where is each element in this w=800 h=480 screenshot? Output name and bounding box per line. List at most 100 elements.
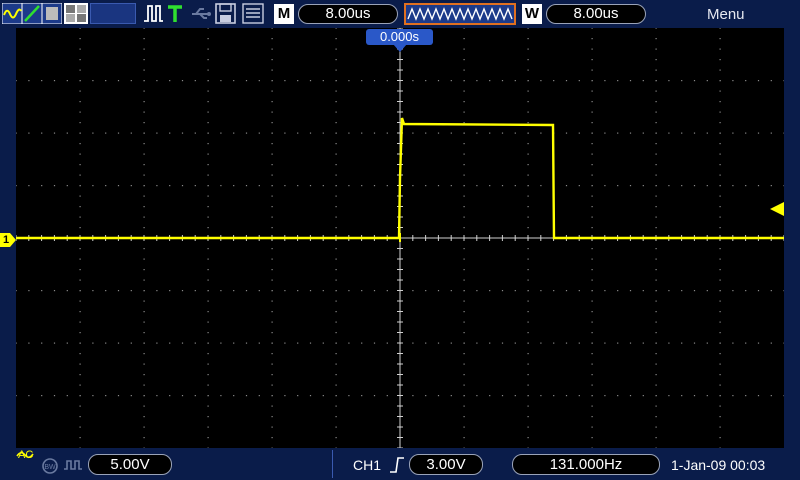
grid-dot (655, 437, 657, 439)
grid-dot (207, 206, 209, 208)
grid-dot (719, 101, 721, 103)
grid-dot (642, 342, 644, 344)
window-timebase-value[interactable]: 8.00us (546, 4, 646, 24)
grid-dot (79, 374, 81, 376)
grid-dot (271, 290, 273, 292)
grid-dot (706, 132, 708, 134)
grid-dot (66, 395, 68, 397)
grid-dot (271, 353, 273, 355)
grid-dot (271, 143, 273, 145)
trigger-level-value[interactable]: 3.00V (409, 454, 483, 475)
bandwidth-limit-icon[interactable]: BW (40, 457, 60, 475)
waveform-display[interactable] (15, 27, 785, 449)
grid-dot (66, 132, 68, 134)
grid-dot (117, 395, 120, 397)
menu-grid-icon[interactable] (242, 3, 264, 24)
average-mode-icon[interactable] (42, 3, 62, 24)
trigger-edge-icon[interactable] (142, 3, 164, 24)
grid-dot (757, 80, 760, 82)
grid-dot (540, 290, 542, 292)
grid-dot (463, 216, 465, 218)
grid-dot (335, 69, 337, 71)
grid-dot (642, 395, 644, 397)
grid-dot (220, 185, 222, 187)
grid-dot (770, 132, 772, 134)
grid-dot (271, 69, 273, 71)
grid-dot (501, 185, 504, 187)
grid-dot (719, 300, 721, 302)
invert-icon[interactable] (63, 457, 83, 473)
peak-detect-icon[interactable] (22, 3, 42, 24)
grid-dot (233, 290, 235, 292)
memory-position-indicator[interactable] (404, 3, 516, 25)
grid-dot (437, 395, 440, 397)
grid-dot (79, 164, 81, 166)
grid-dot (655, 69, 657, 71)
grid-dot (770, 185, 772, 187)
grid-dot (207, 395, 209, 397)
grid-dot (463, 332, 465, 334)
grid-dot (92, 185, 94, 187)
grid-dot (207, 269, 209, 271)
grid-dot (271, 279, 273, 281)
grid-dot (655, 48, 657, 50)
grid-dot (271, 48, 273, 50)
grid-dot (591, 342, 593, 344)
main-timebase-value[interactable]: 8.00us (298, 4, 398, 24)
grid-dot (412, 132, 414, 134)
grid-dot (143, 164, 145, 166)
grid-dot (655, 27, 657, 29)
grid-dot (719, 374, 721, 376)
grid-dot (271, 185, 273, 187)
grid-dot (271, 258, 273, 260)
mosaic-icon[interactable] (64, 3, 88, 24)
ch1-volts-div[interactable]: 5.00V (88, 454, 172, 475)
window-timebase-label: W (522, 4, 542, 24)
grid-dot (79, 27, 81, 29)
grid-dot (15, 80, 17, 82)
grid-dot (207, 38, 209, 40)
trigger-level-marker-icon[interactable] (770, 202, 784, 216)
grid-dot (271, 122, 273, 124)
trigger-status-icon (168, 5, 182, 22)
grid-dot (655, 153, 657, 155)
save-icon[interactable] (215, 3, 236, 24)
grid-dot (770, 342, 772, 344)
grid-dot (629, 80, 632, 82)
trigger-source[interactable]: CH1 (353, 457, 381, 473)
grid-dot (207, 353, 209, 355)
rising-edge-icon[interactable] (389, 456, 405, 474)
grid-dot (335, 38, 337, 40)
grid-dot (105, 342, 107, 344)
grid-dot (156, 185, 158, 187)
grid-dot (578, 185, 580, 187)
grid-dot (476, 185, 478, 187)
grid-dot (591, 269, 593, 271)
grid-dot (463, 143, 465, 145)
grid-dot (463, 279, 465, 281)
grid-dot (463, 27, 465, 29)
grid-dot (553, 80, 555, 82)
grid-dot (425, 80, 427, 82)
grid-dot (591, 426, 593, 428)
grid-dot (450, 290, 452, 292)
grid-dot (79, 384, 81, 386)
grid-dot (463, 59, 465, 61)
grid-dot (207, 311, 209, 313)
grid-dot (143, 185, 145, 187)
grid-dot (207, 321, 209, 323)
grid-dot (156, 132, 158, 134)
normal-waveform-icon[interactable] (2, 3, 22, 24)
menu-button[interactable]: Menu (707, 6, 745, 23)
grid-dot (489, 185, 491, 187)
grid-dot (335, 342, 337, 344)
grid-dot (361, 395, 363, 397)
grid-dot (105, 185, 107, 187)
grid-dot (28, 290, 30, 292)
grid-dot (527, 384, 529, 386)
trigger-position-readout[interactable]: 0.000s (366, 29, 433, 45)
grid-dot (169, 342, 171, 344)
grid-dot (297, 290, 299, 292)
grid-dot (591, 195, 593, 197)
grid-dot (732, 80, 734, 82)
